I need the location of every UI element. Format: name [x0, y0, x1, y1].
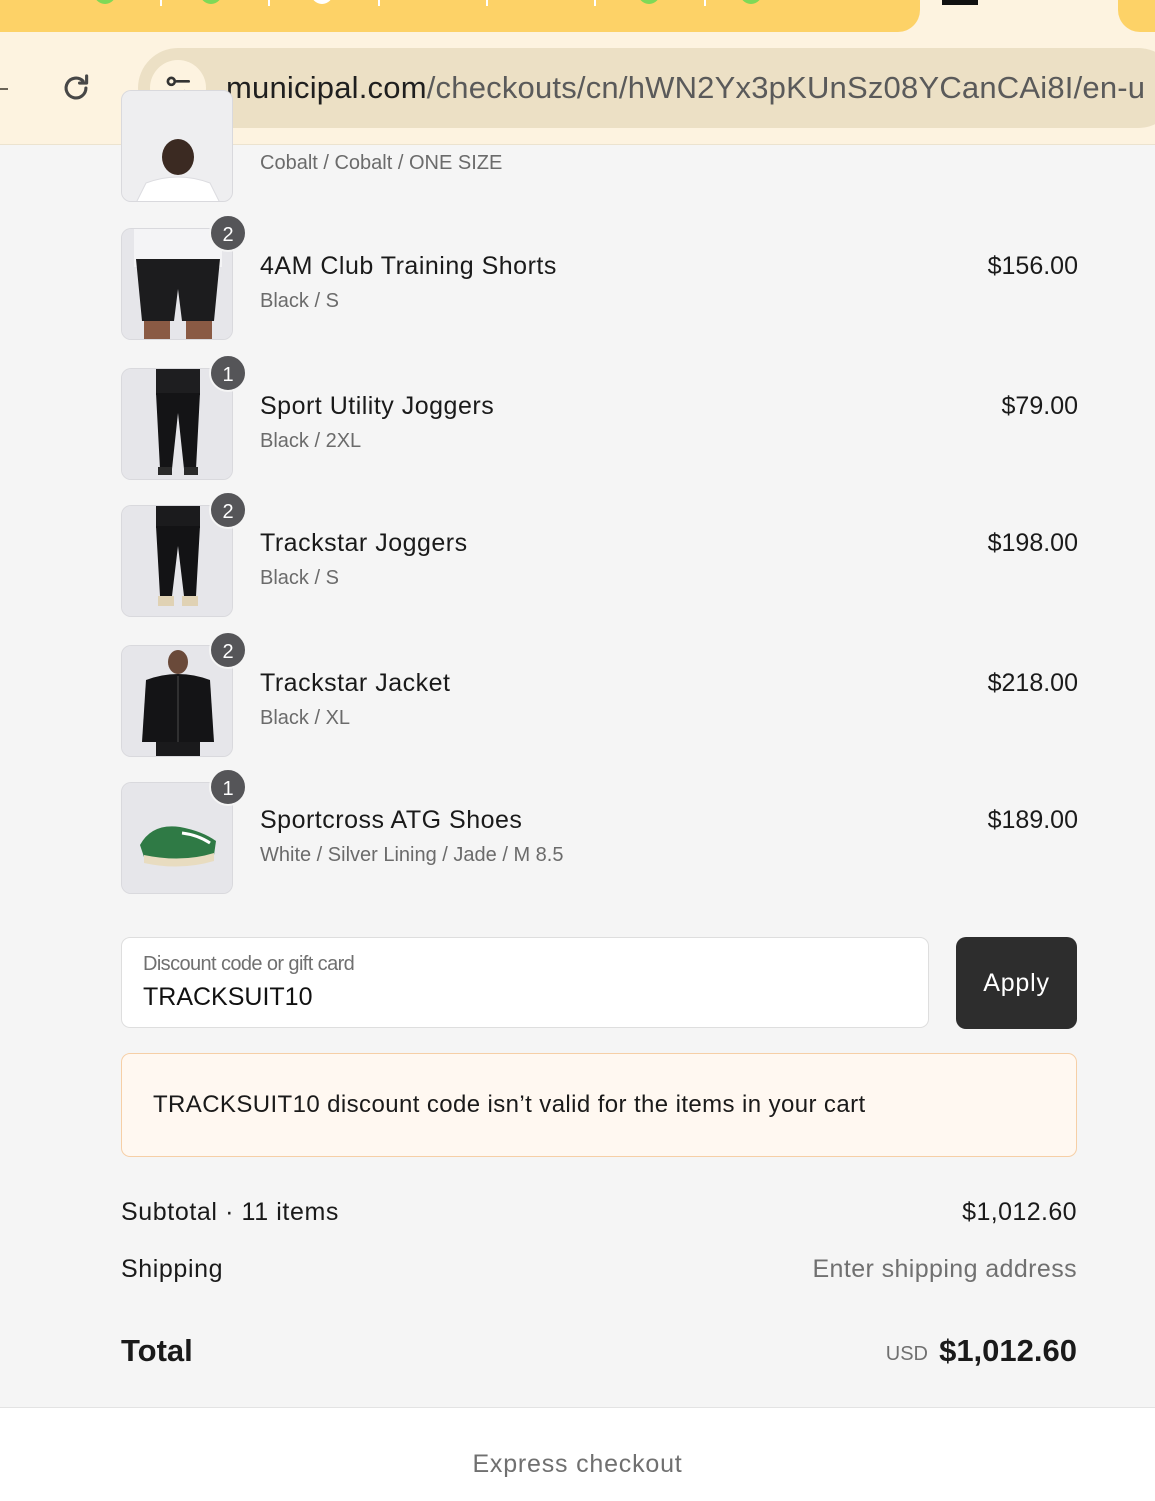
quantity-badge: 2: [209, 631, 247, 669]
quantity-badge: 1: [209, 768, 247, 806]
item-price: $198.00: [987, 529, 1078, 557]
item-variant: Cobalt / Cobalt / ONE SIZE: [260, 152, 503, 174]
item-price: $218.00: [987, 669, 1078, 697]
line-item: 1 Sport Utility Joggers Black / 2XL $79.…: [121, 354, 1078, 482]
item-variant: White / Silver Lining / Jade / M 8.5: [260, 844, 564, 866]
item-name: Sport Utility Joggers: [260, 392, 495, 420]
quantity-badge: 1: [209, 354, 247, 392]
apply-button[interactable]: Apply: [956, 937, 1077, 1029]
tab-favicon: [311, 0, 333, 4]
reload-icon: [64, 74, 89, 100]
total-currency: USD: [885, 1343, 928, 1365]
tab-favicon: [200, 0, 222, 4]
tab-separator: [268, 0, 270, 6]
shipping-label: Shipping: [121, 1255, 224, 1283]
item-price: $79.00: [1001, 392, 1078, 420]
line-item: 2 Trackstar Jacket Black / XL $218.00: [121, 631, 1078, 759]
item-variant: Black / XL: [260, 707, 351, 729]
discount-field-value[interactable]: TRACKSUIT10: [143, 983, 312, 1012]
quantity-badge: 2: [209, 214, 247, 252]
item-price: $156.00: [987, 252, 1078, 280]
line-item: 2 4AM Club Training Shorts Black / S $15…: [121, 214, 1078, 342]
item-name: Trackstar Jacket: [260, 669, 451, 697]
back-arrow-icon[interactable]: [0, 88, 8, 90]
subtotal-label: Subtotal · 11 items: [121, 1198, 339, 1226]
subtotal-value: $1,012.60: [962, 1198, 1077, 1226]
item-variant: Black / S: [260, 567, 339, 589]
item-name: Sportcross ATG Shoes: [260, 806, 523, 834]
tab-separator: [486, 0, 488, 6]
total-value: $1,012.60: [939, 1333, 1077, 1368]
discount-error-banner: TRACKSUIT10 discount code isn’t valid fo…: [121, 1053, 1077, 1157]
tab-favicon: [740, 0, 762, 4]
item-name: 4AM Club Training Shorts: [260, 252, 557, 280]
item-price: $189.00: [987, 806, 1078, 834]
line-item: 2 Trackstar Joggers Black / S $198.00: [121, 491, 1078, 619]
item-variant: Black / 2XL: [260, 430, 362, 452]
tab-indicator: [942, 0, 978, 5]
tab-group-right[interactable]: [1118, 0, 1155, 32]
shipping-value: Enter shipping address: [812, 1255, 1077, 1283]
active-tab-group[interactable]: [0, 0, 920, 32]
tab-separator: [378, 0, 380, 6]
tab-favicon: [94, 0, 116, 4]
product-image: [121, 90, 233, 202]
total-label: Total: [121, 1333, 193, 1368]
line-item: 1 Sportcross ATG Shoes White / Silver Li…: [121, 768, 1078, 896]
tab-favicon: [638, 0, 660, 4]
item-variant: Black / S: [260, 290, 339, 312]
line-item-partial: Cobalt / Cobalt / ONE SIZE: [121, 90, 1078, 204]
tab-strip: [0, 0, 1155, 46]
item-name: Trackstar Joggers: [260, 529, 468, 557]
discount-field-label: Discount code or gift card: [143, 953, 355, 975]
tab-separator: [160, 0, 162, 6]
reload-button[interactable]: [54, 66, 98, 110]
express-checkout-heading: Express checkout: [472, 1450, 683, 1478]
quantity-badge: 2: [209, 491, 247, 529]
tab-separator: [704, 0, 706, 6]
tab-separator: [594, 0, 596, 6]
discount-error-message: TRACKSUIT10 discount code isn’t valid fo…: [153, 1091, 866, 1118]
discount-code-input[interactable]: Discount code or gift card TRACKSUIT10: [121, 937, 929, 1028]
